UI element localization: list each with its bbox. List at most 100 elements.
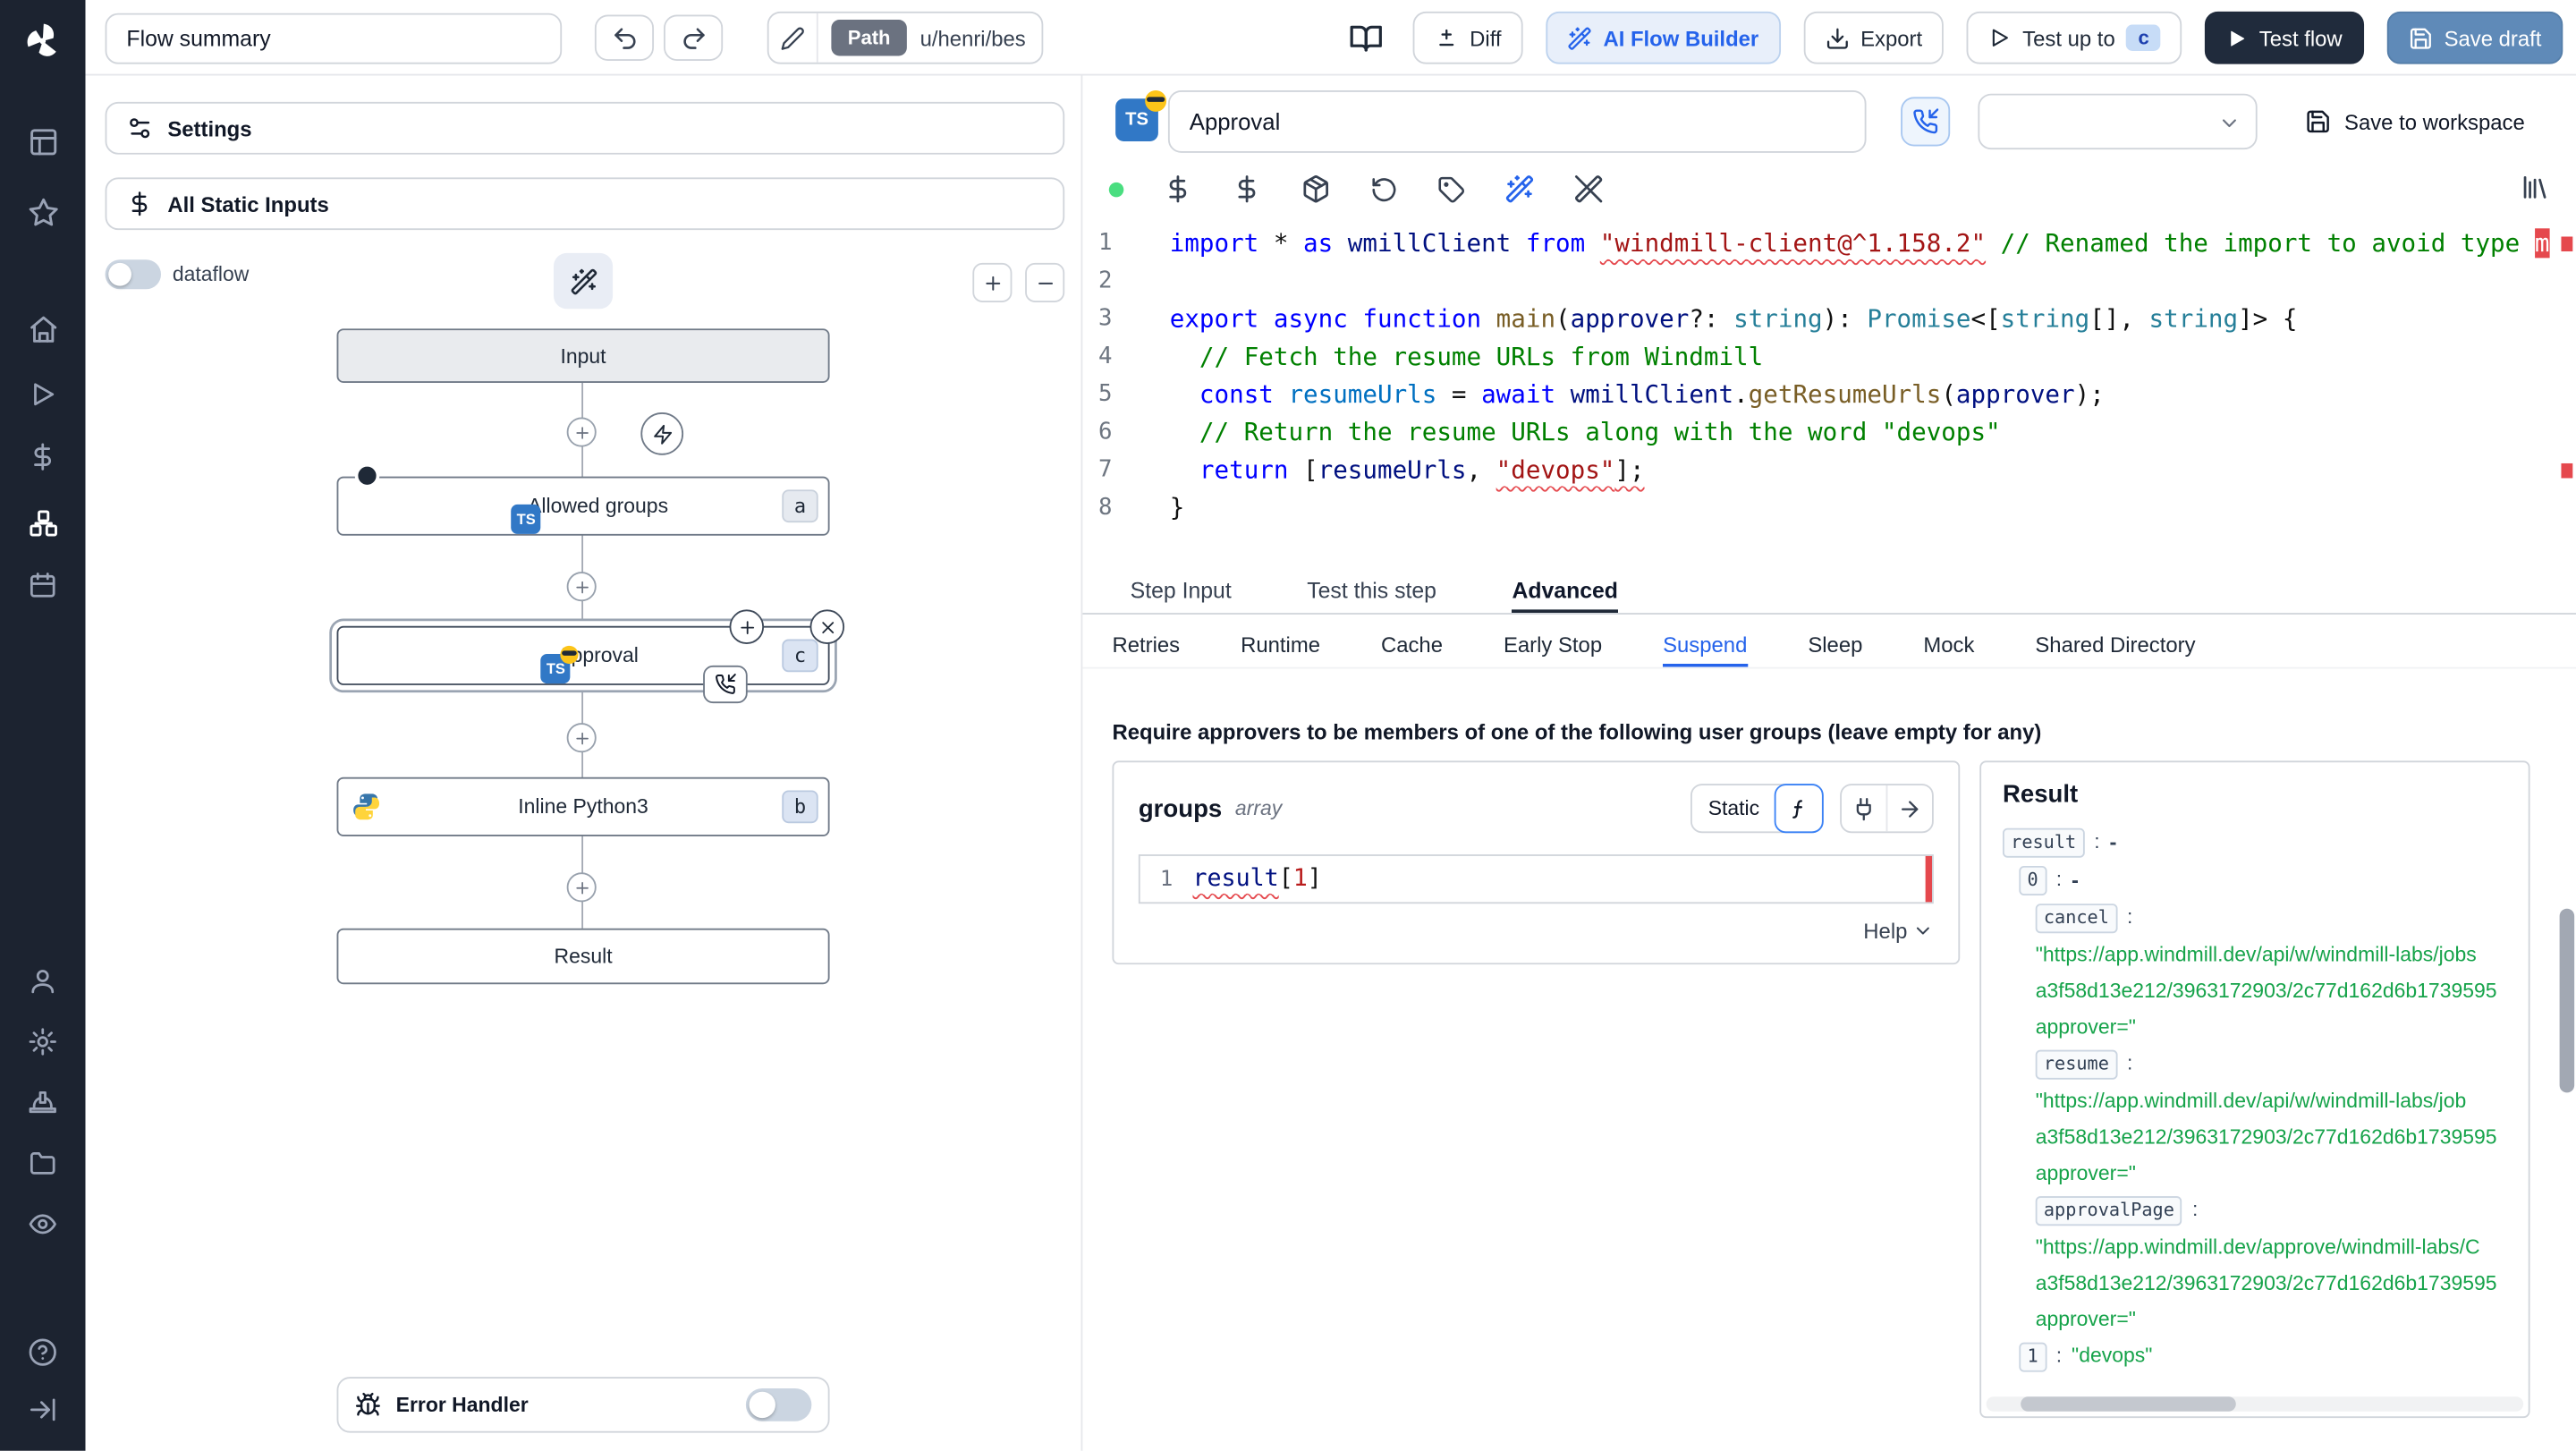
all-static-inputs-button[interactable]: All Static Inputs [105, 177, 1065, 231]
insert-step-button[interactable] [566, 723, 597, 753]
tab-sleep[interactable]: Sleep [1808, 623, 1862, 667]
tag-button[interactable] [1437, 175, 1465, 203]
dataflow-toggle[interactable] [105, 259, 161, 290]
ai-assistant-off-button[interactable] [1574, 174, 1604, 204]
gear-icon [28, 1027, 57, 1056]
add-branch-button[interactable] [729, 609, 765, 644]
result-key-chip[interactable]: 0 [2019, 865, 2046, 895]
static-toggle[interactable]: Static [1690, 784, 1824, 834]
insert-step-button[interactable] [566, 872, 597, 903]
flow-node-inline-python[interactable]: Inline Python3 b [336, 776, 830, 836]
sidebar-item-help[interactable] [20, 1329, 65, 1375]
sidebar-item-resources[interactable] [20, 499, 65, 545]
sidebar-item-apps[interactable] [20, 118, 65, 164]
package-button[interactable] [1301, 174, 1331, 204]
editor-line[interactable]: 6 // Return the resume URLs along with t… [1082, 414, 2576, 452]
arrow-right-button[interactable] [1887, 785, 1932, 831]
docs-button[interactable] [1341, 11, 1390, 64]
test-flow-button[interactable]: Test flow [2205, 11, 2364, 64]
sidebar-expand[interactable] [20, 1387, 65, 1432]
result-key-chip[interactable]: approvalPage [2035, 1195, 2183, 1226]
windmill-logo[interactable] [20, 18, 65, 64]
save-to-workspace-button[interactable]: Save to workspace [2292, 97, 2538, 146]
zoom-in-button[interactable] [972, 262, 1013, 302]
error-handler-toggle[interactable] [745, 1388, 812, 1421]
sidebar-item-audit-logs[interactable] [20, 1201, 65, 1247]
error-handler-row[interactable]: Error Handler [336, 1377, 830, 1433]
trigger-step-button[interactable] [640, 412, 684, 455]
editor-line[interactable]: 5 const resumeUrls = await wmillClient.g… [1082, 377, 2576, 414]
tab-retries[interactable]: Retries [1112, 623, 1180, 667]
flow-node-allowed-groups[interactable]: TS Allowed groups a [336, 462, 830, 536]
test-up-to-button[interactable]: Test up to c [1966, 11, 2182, 64]
export-button[interactable]: Export [1802, 11, 1945, 64]
tab-mock[interactable]: Mock [1923, 623, 1974, 667]
insert-step-button[interactable] [566, 572, 597, 602]
delete-step-button[interactable] [809, 609, 845, 644]
library-button[interactable] [2521, 173, 2550, 202]
collapse-toggle[interactable]: - [2110, 823, 2117, 861]
sidebar-item-folders[interactable] [20, 1141, 65, 1186]
graph-ai-button[interactable] [553, 252, 614, 310]
approval-phone-button[interactable] [1901, 97, 1951, 147]
tab-step-input[interactable]: Step Input [1131, 567, 1232, 613]
insert-variable-button[interactable] [1163, 174, 1192, 204]
insert-step-button[interactable] [566, 417, 597, 447]
result-key-chip[interactable]: 1 [2019, 1341, 2046, 1371]
code-editor[interactable]: 1 import * as wmillClient from "windmill-… [1082, 216, 2576, 566]
edit-path-button[interactable] [769, 13, 818, 63]
groups-expression-editor[interactable]: 1 result[1] [1138, 854, 1934, 904]
help-link[interactable]: Help [1139, 919, 1934, 943]
sidebar-item-runs[interactable] [20, 371, 65, 417]
result-key-chip[interactable]: cancel [2035, 903, 2118, 933]
insert-resource-button[interactable] [1233, 174, 1262, 204]
tab-advanced[interactable]: Advanced [1512, 567, 1618, 613]
undo-button[interactable] [594, 14, 655, 61]
scrollbar-thumb[interactable] [2021, 1396, 2236, 1412]
sidebar-item-settings[interactable] [20, 1019, 65, 1065]
editor-line[interactable]: 4 // Fetch the resume URLs from Windmill [1082, 338, 2576, 376]
result-key-chip[interactable]: resume [2035, 1048, 2118, 1079]
flow-node-result[interactable]: Result [336, 928, 830, 985]
redo-button[interactable] [664, 14, 724, 61]
save-draft-button[interactable]: Save draft [2386, 11, 2563, 64]
tab-test-this-step[interactable]: Test this step [1307, 567, 1436, 613]
tab-suspend[interactable]: Suspend [1663, 623, 1747, 667]
vertical-scrollbar-thumb[interactable] [2559, 908, 2575, 1093]
diff-button[interactable]: Diff [1411, 11, 1523, 64]
sidebar-item-account[interactable] [20, 958, 65, 1004]
result-key-chip[interactable]: result [2002, 827, 2085, 857]
collapse-toggle[interactable]: - [2072, 861, 2079, 898]
sidebar-item-variables[interactable] [20, 434, 65, 479]
ts-label: TS [1125, 110, 1148, 131]
tab-shared-directory[interactable]: Shared Directory [2035, 623, 2195, 667]
sidebar-item-favorites[interactable] [20, 189, 65, 234]
editor-line[interactable]: 8} [1082, 489, 2576, 527]
flow-settings-button[interactable]: Settings [105, 101, 1065, 155]
result-url-line: a3f58d13e212/3963172903/2c77d162d6b17395… [2035, 1271, 2497, 1295]
editor-line[interactable]: 1 import * as wmillClient from "windmill-… [1082, 225, 2576, 263]
step-name-input[interactable] [1167, 90, 1867, 153]
reset-button[interactable] [1370, 175, 1398, 203]
tab-early-stop[interactable]: Early Stop [1504, 623, 1602, 667]
tab-cache[interactable]: Cache [1381, 623, 1443, 667]
suspend-step-button[interactable] [703, 665, 748, 704]
editor-line[interactable]: 3 export async function main(approver?: s… [1082, 301, 2576, 338]
flow-node-input[interactable]: Input [336, 328, 830, 383]
horizontal-scrollbar[interactable] [1986, 1396, 2524, 1412]
ai-assistant-button[interactable] [1504, 174, 1534, 204]
step-header-select[interactable] [1978, 93, 2258, 150]
flow-summary-input[interactable] [105, 13, 563, 64]
flow-node-approval-selected[interactable]: TS Approval c [336, 609, 845, 704]
tab-runtime[interactable]: Runtime [1241, 623, 1320, 667]
plug-button[interactable] [1842, 785, 1886, 831]
path-control[interactable]: Path u/henri/bes [767, 11, 1044, 64]
ai-flow-builder-button[interactable]: AI Flow Builder [1546, 11, 1781, 64]
js-expression-button[interactable] [1774, 784, 1824, 834]
editor-line[interactable]: 2 [1082, 263, 2576, 301]
zoom-out-button[interactable] [1025, 262, 1065, 302]
sidebar-item-home[interactable] [20, 306, 65, 352]
sidebar-item-workers[interactable] [20, 1080, 65, 1125]
editor-line[interactable]: 7 return [resumeUrls, "devops"]; [1082, 452, 2576, 489]
sidebar-item-schedules[interactable] [20, 562, 65, 607]
